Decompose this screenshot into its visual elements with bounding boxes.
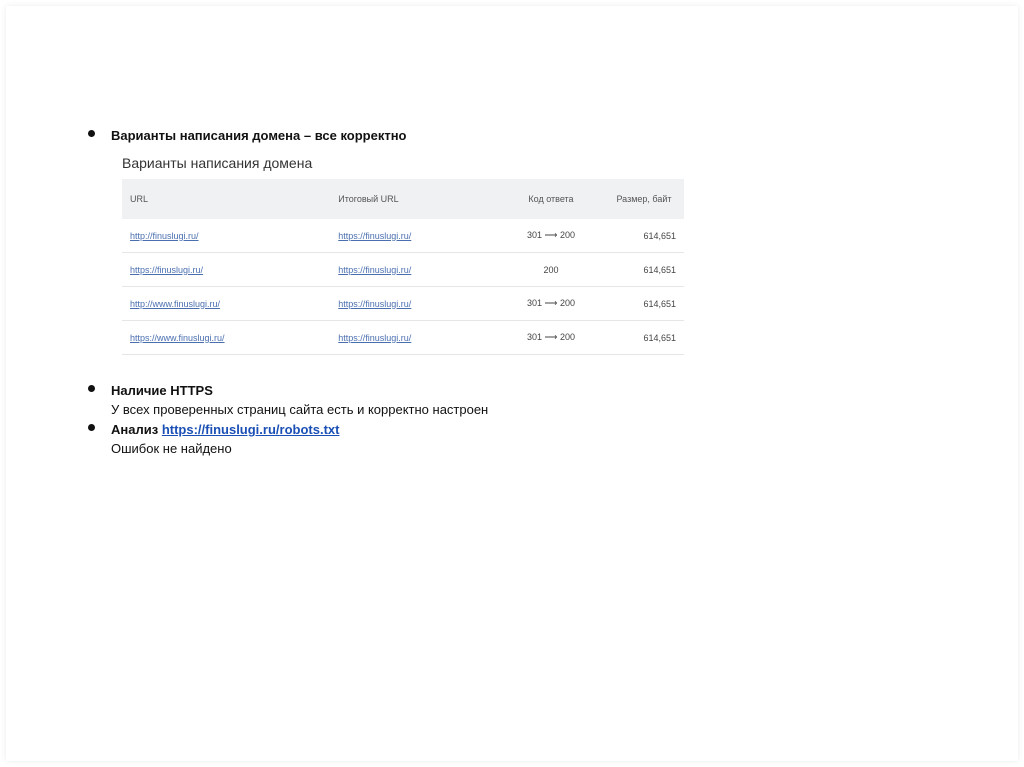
https-title: Наличие HTTPS: [111, 383, 213, 398]
table-row: http://finuslugi.ru/ https://finuslugi.r…: [122, 219, 684, 253]
header-code: Код ответа: [528, 194, 574, 204]
row-final-url-link[interactable]: https://finuslugi.ru/: [338, 265, 411, 275]
analysis-note: Ошибок не найдено: [111, 441, 232, 456]
header-size: Размер, байт: [616, 194, 672, 204]
row-code: 301 ⟶ 200: [498, 219, 604, 253]
row-code: 200: [498, 252, 604, 287]
row-url-link[interactable]: https://www.finuslugi.ru/: [130, 333, 225, 343]
bullet-https: Наличие HTTPS У всех проверенных страниц…: [88, 381, 488, 419]
row-url-link[interactable]: http://finuslugi.ru/: [130, 231, 199, 241]
bullet-dot: [88, 385, 95, 392]
row-size: 614,651: [604, 320, 684, 355]
table-row: https://www.finuslugi.ru/ https://finusl…: [122, 320, 684, 355]
row-final-url-link[interactable]: https://finuslugi.ru/: [338, 231, 411, 241]
header-final-url: Итоговый URL: [338, 194, 399, 204]
row-url-link[interactable]: https://finuslugi.ru/: [130, 265, 203, 275]
https-note: У всех проверенных страниц сайта есть и …: [111, 402, 489, 417]
bullet-dot: [88, 130, 95, 137]
row-final-url-link[interactable]: https://finuslugi.ru/: [338, 299, 411, 309]
row-code: 301 ⟶ 200: [498, 320, 604, 355]
robots-txt-link[interactable]: https://finuslugi.ru/robots.txt: [162, 422, 340, 437]
domain-variants-table-panel: Варианты написания домена URL Итоговый U…: [112, 151, 692, 355]
bullet-analysis: Анализ https://finuslugi.ru/robots.txt О…: [88, 420, 339, 458]
table-header-row: URL Итоговый URL Код ответа Размер, байт: [122, 179, 684, 219]
table-row: http://www.finuslugi.ru/ https://finuslu…: [122, 286, 684, 321]
row-code: 301 ⟶ 200: [498, 286, 604, 321]
domain-variants-text: Варианты написания домена – все корректн…: [111, 128, 407, 143]
row-size: 614,651: [604, 219, 684, 253]
row-size: 614,651: [604, 252, 684, 287]
bullet-domain-variants: Варианты написания домена – все корректн…: [88, 126, 407, 145]
row-size: 614,651: [604, 286, 684, 321]
row-url-link[interactable]: http://www.finuslugi.ru/: [130, 299, 220, 309]
header-url: URL: [130, 194, 149, 204]
table-row: https://finuslugi.ru/ https://finuslugi.…: [122, 252, 684, 287]
bullet-dot: [88, 424, 95, 431]
analysis-prefix: Анализ: [111, 422, 159, 437]
table-caption: Варианты написания домена: [122, 155, 313, 171]
domain-variants-table: URL Итоговый URL Код ответа Размер, байт…: [122, 179, 684, 355]
row-final-url-link[interactable]: https://finuslugi.ru/: [338, 333, 411, 343]
